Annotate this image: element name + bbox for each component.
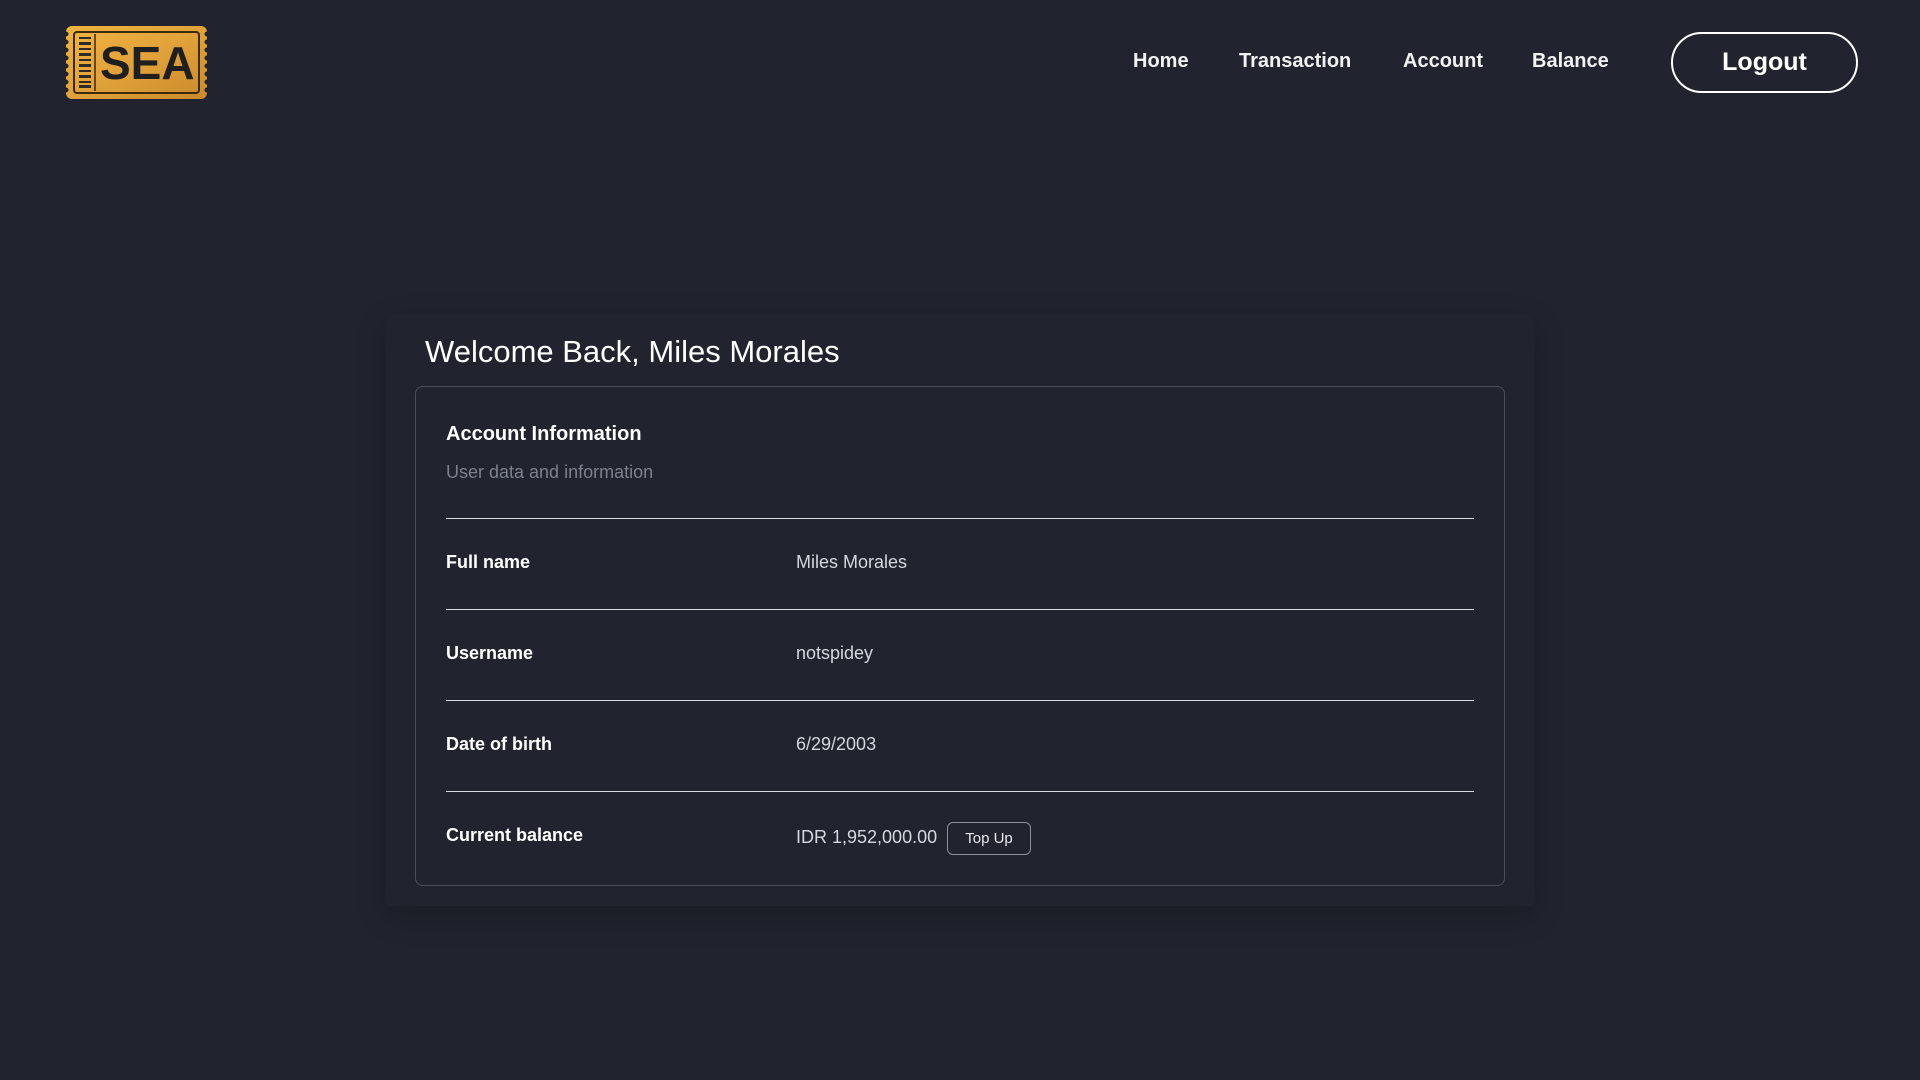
divider: [446, 609, 1474, 610]
nav-account-link[interactable]: Account: [1403, 50, 1483, 73]
navbar: SEA Home Transaction Account Balance Log…: [0, 0, 1920, 126]
sea-logo[interactable]: SEA: [62, 24, 211, 101]
card-title: Account Information: [446, 423, 642, 445]
divider: [446, 700, 1474, 701]
nav-balance-link[interactable]: Balance: [1532, 50, 1609, 73]
full-name-label: Full name: [446, 552, 531, 572]
date-of-birth-value: 6/29/2003: [796, 734, 877, 754]
page-title: Welcome Back, Miles Morales: [425, 334, 840, 369]
ticket-logo-icon: SEA: [63, 26, 210, 99]
divider: [446, 791, 1474, 792]
date-of-birth-label: Date of birth: [446, 734, 552, 754]
card-subtitle: User data and information: [446, 462, 654, 482]
username-value: notspidey: [796, 643, 874, 663]
divider: [446, 518, 1474, 519]
logout-button[interactable]: Logout: [1671, 32, 1858, 93]
top-up-button[interactable]: Top Up: [947, 822, 1031, 855]
nav-home-link[interactable]: Home: [1133, 50, 1189, 73]
account-information-card: Account Information User data and inform…: [415, 386, 1505, 886]
svg-text:SEA: SEA: [100, 37, 195, 89]
nav-transaction-link[interactable]: Transaction: [1239, 50, 1351, 73]
full-name-value: Miles Morales: [796, 552, 908, 572]
username-label: Username: [446, 643, 534, 663]
current-balance-label: Current balance: [446, 825, 584, 845]
current-balance-value: IDR 1,952,000.00: [796, 827, 938, 847]
